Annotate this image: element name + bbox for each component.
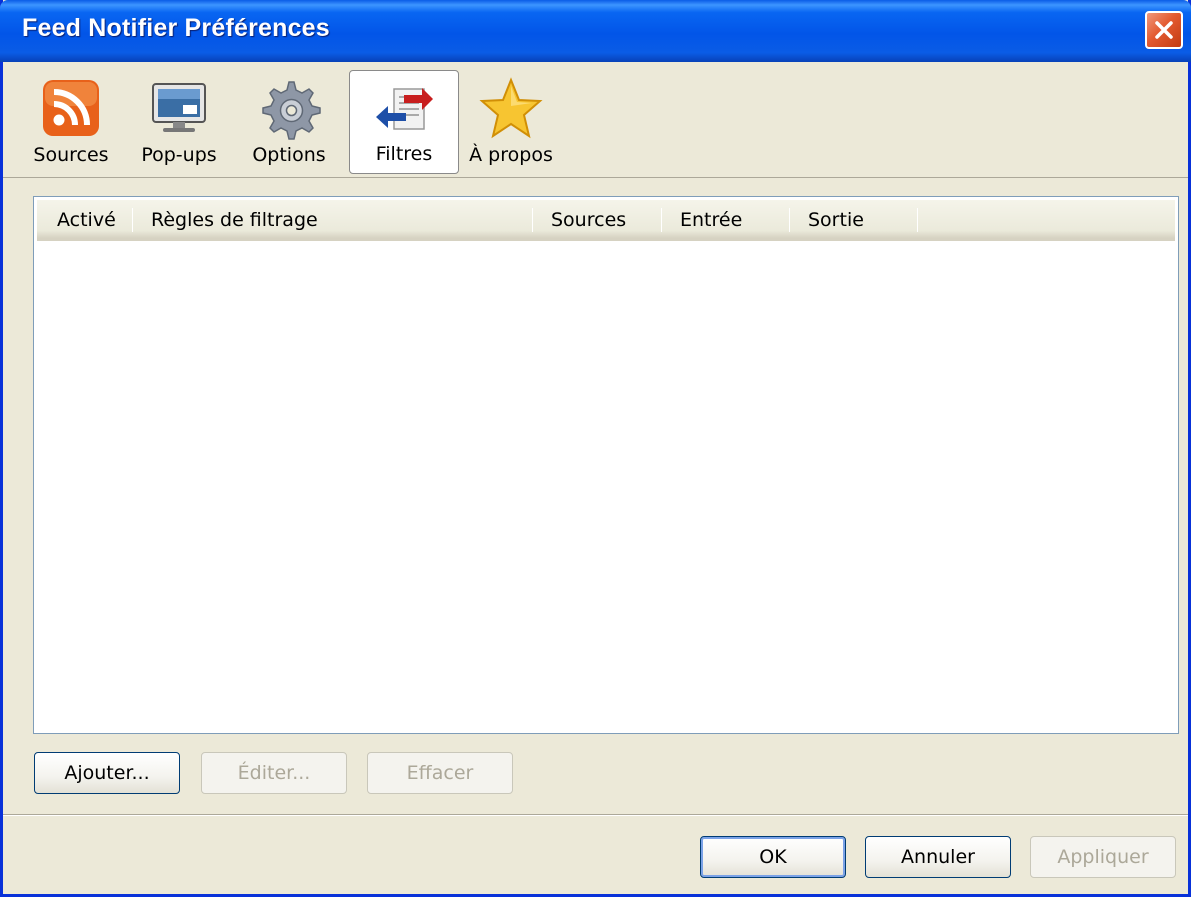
column-separator[interactable] (532, 208, 533, 232)
close-button[interactable] (1145, 11, 1183, 49)
delete-filter-button[interactable]: Effacer (367, 752, 513, 794)
column-separator[interactable] (661, 208, 662, 232)
add-filter-button[interactable]: Ajouter... (34, 752, 180, 794)
tab-filters-label: Filtres (375, 143, 433, 165)
tab-sources-label: Sources (33, 144, 109, 166)
window-title: Feed Notifier Préférences (22, 14, 330, 42)
column-header-enabled[interactable]: Activé (43, 200, 133, 238)
tab-about-label: À propos (469, 144, 553, 166)
filters-list[interactable]: Activé Règles de filtrage Sources Entrée… (33, 196, 1179, 734)
star-icon (479, 77, 543, 139)
tab-options-label: Options (252, 144, 326, 166)
tab-about[interactable]: À propos (463, 70, 559, 174)
gear-icon (262, 81, 321, 140)
apply-button[interactable]: Appliquer (1030, 836, 1176, 878)
monitor-icon (152, 83, 206, 132)
column-header-input[interactable]: Entrée (666, 200, 790, 238)
edit-filter-button[interactable]: Éditer... (201, 752, 347, 794)
rss-feed-icon (43, 80, 99, 136)
column-separator[interactable] (789, 208, 790, 232)
filter-arrows-icon (376, 88, 433, 130)
filters-list-header: Activé Règles de filtrage Sources Entrée… (37, 200, 1175, 241)
column-separator[interactable] (132, 208, 133, 232)
column-header-sources[interactable]: Sources (537, 200, 662, 238)
column-header-output[interactable]: Sortie (794, 200, 918, 238)
preferences-toolbar: Sources Pop-ups Options Filtres À propos (3, 62, 1188, 178)
tab-filters[interactable]: Filtres (349, 70, 459, 174)
column-header-rules[interactable]: Règles de filtrage (137, 200, 532, 238)
close-icon (1155, 21, 1173, 39)
column-separator[interactable] (917, 208, 918, 232)
tab-popups-label: Pop-ups (141, 144, 217, 166)
cancel-button[interactable]: Annuler (865, 836, 1011, 878)
title-bar[interactable]: Feed Notifier Préférences (0, 0, 1191, 62)
ok-button[interactable]: OK (700, 836, 846, 878)
tab-popups[interactable]: Pop-ups (129, 70, 229, 174)
tab-sources[interactable]: Sources (23, 70, 119, 174)
tab-options[interactable]: Options (239, 70, 339, 174)
footer-divider (3, 814, 1188, 816)
preferences-window: Feed Notifier Préférences Sources Pop-up… (0, 0, 1191, 897)
